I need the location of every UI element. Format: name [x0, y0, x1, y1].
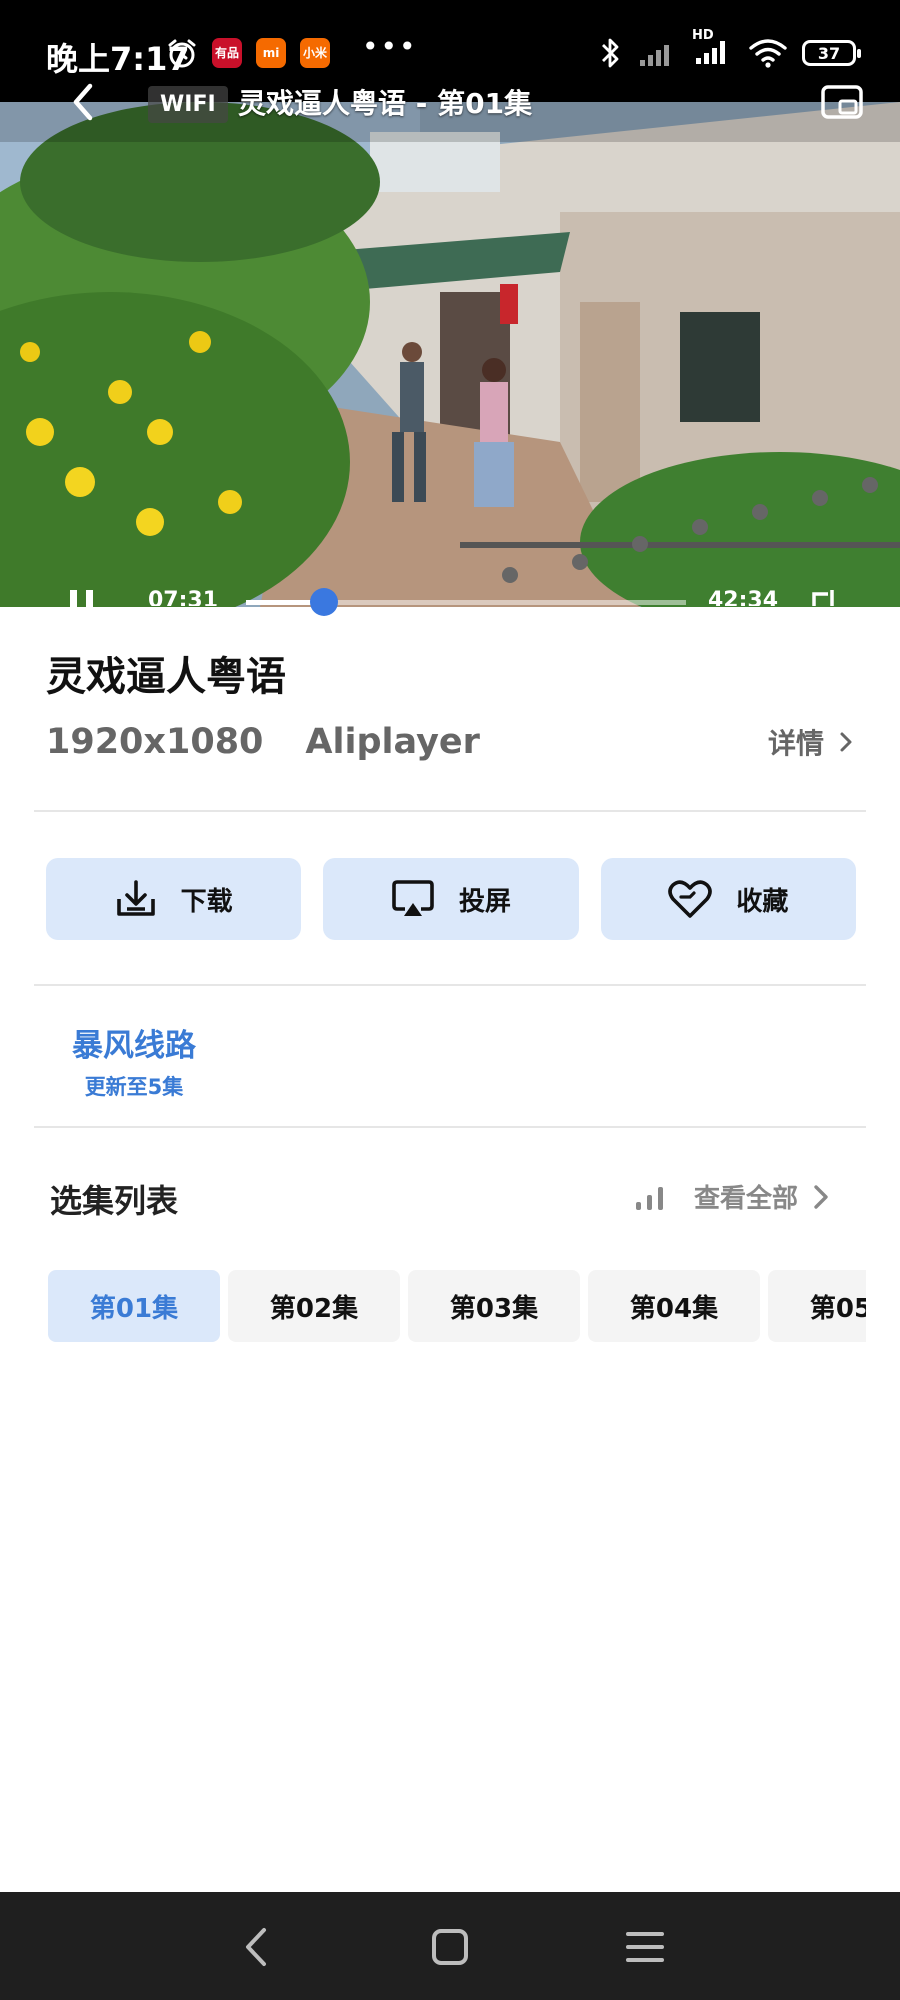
network-tag: WIFI: [148, 86, 228, 123]
bluetooth-icon: [602, 38, 619, 68]
details-link[interactable]: 详情: [768, 722, 854, 762]
nav-home-icon[interactable]: [425, 1922, 475, 1972]
sort-bars-icon: [635, 1186, 663, 1210]
cast-screen-icon: [392, 880, 434, 916]
back-arrow-icon[interactable]: [64, 82, 104, 122]
total-time: 42:34: [708, 588, 779, 606]
download-icon: [116, 880, 155, 916]
youpin-app-icon: 有品: [212, 37, 242, 68]
hd-label: HD: [692, 28, 714, 43]
chevron-right-icon: [814, 1184, 828, 1209]
cell-signal-icon: [640, 45, 669, 66]
wifi-icon: [749, 39, 787, 68]
episode-strip[interactable]: 第01集第02集第03集第04集第05集: [48, 1270, 866, 1344]
progress-thumb[interactable]: [309, 588, 338, 616]
episode-item[interactable]: 第02集: [228, 1270, 400, 1342]
battery-level: 37: [817, 43, 841, 63]
chevron-right-icon: [840, 732, 852, 752]
current-time: 07:31: [148, 588, 219, 606]
divider: [34, 1126, 866, 1128]
resolution-label: 1920x1080: [46, 722, 264, 762]
action-buttons: 下载 投屏 收藏: [46, 858, 856, 940]
picture-in-picture-icon[interactable]: [820, 84, 864, 120]
source-update-status: 更新至5集: [84, 1075, 184, 1099]
divider: [34, 810, 866, 812]
pause-icon[interactable]: [64, 586, 104, 608]
episode-item[interactable]: 第05集: [768, 1270, 866, 1342]
player-name-label: Aliplayer: [305, 722, 480, 762]
mi-app-icon: mi: [256, 37, 286, 68]
system-nav-bar: [0, 1892, 900, 2000]
video-meta: 1920x1080 Aliplayer: [46, 722, 480, 762]
hd-signal: HD: [692, 28, 734, 70]
favorite-button[interactable]: 收藏: [600, 858, 856, 940]
episode-item[interactable]: 第01集: [48, 1270, 220, 1342]
nav-menu-icon[interactable]: [620, 1922, 670, 1972]
nav-back-icon[interactable]: [232, 1922, 282, 1972]
more-notifications-icon: •••: [362, 30, 418, 63]
episode-item[interactable]: 第04集: [588, 1270, 760, 1342]
video-player[interactable]: [0, 102, 900, 607]
video-title: 灵戏逼人粤语 - 第01集: [238, 87, 533, 120]
episode-list-header: 选集列表: [50, 1182, 179, 1220]
video-frame: [0, 102, 900, 607]
status-left-icons: 有品 mi 小米 •••: [166, 30, 418, 69]
view-all-label: 查看全部: [693, 1184, 798, 1214]
details-label: 详情: [767, 727, 824, 760]
download-button[interactable]: 下载: [46, 858, 302, 940]
heart-icon: [668, 880, 713, 918]
battery-indicator: 37: [802, 40, 861, 66]
fullscreen-icon[interactable]: [808, 588, 838, 606]
episode-item[interactable]: 第03集: [408, 1270, 580, 1342]
favorite-label: 收藏: [736, 886, 789, 917]
show-title: 灵戏逼人粤语: [46, 654, 286, 700]
divider: [34, 984, 866, 986]
status-right-icons: HD 37: [598, 28, 861, 70]
xiaomi-store-icon: 小米: [300, 37, 330, 68]
alarm-icon: [168, 39, 196, 67]
episode-list: 第01集第02集第03集第04集第05集: [48, 1270, 866, 1342]
source-line-tab[interactable]: 暴风线路 更新至5集: [72, 1020, 196, 1101]
cast-button[interactable]: 投屏: [323, 858, 579, 940]
cast-label: 投屏: [458, 886, 511, 917]
download-label: 下载: [180, 886, 233, 917]
source-name: 暴风线路: [72, 1028, 196, 1064]
view-all-link[interactable]: 查看全部: [634, 1178, 830, 1215]
